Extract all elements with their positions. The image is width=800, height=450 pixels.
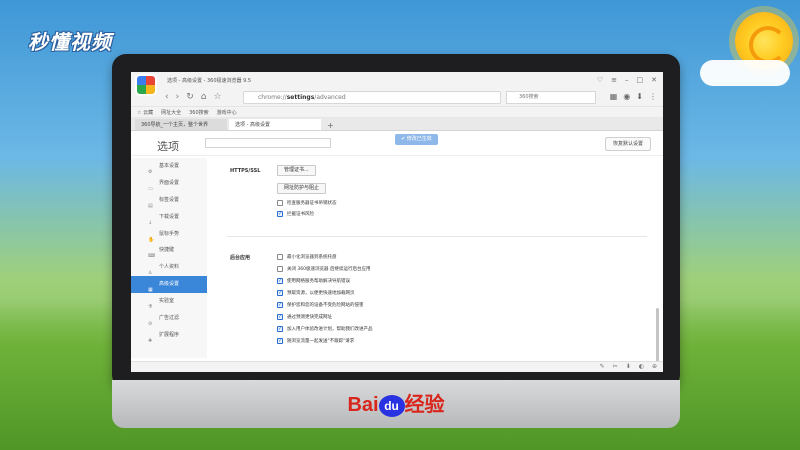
tab-strip: 360导航_一个主页，整个世界 选项 - 高级设置 + [131,118,663,131]
sidebar-item-tabs[interactable]: ▤ 标签设置 [131,192,207,209]
address-bar[interactable]: chrome://settings/advanced [243,91,501,104]
reload-icon[interactable]: ↻ [186,92,194,102]
sidebar-item-shortcuts[interactable]: ⌨ 快捷键 [131,242,207,259]
volume-icon[interactable]: ◐ [639,363,644,370]
menu-icon[interactable]: ≡ [611,76,617,84]
puzzle-icon: ✚ [148,337,153,344]
download-icon[interactable]: ⬇ [636,92,643,101]
more-icon[interactable]: ⋮ [649,92,657,101]
sidebar-item-lab[interactable]: ⚗ 实验室 [131,293,207,310]
bookmark-item[interactable]: ☆ 云藏 [137,109,153,116]
apps-icon[interactable]: ▦ [610,92,618,101]
monitor-chin: Bai du 经验 [112,380,680,428]
section-divider [227,236,647,237]
page-title: 选项 [157,140,179,153]
watermark-logo: 秒懂视频 [28,30,112,54]
settings-search-input[interactable] [205,138,331,148]
back-icon[interactable]: ‹ [165,92,169,102]
checkbox[interactable] [277,254,283,260]
toolbar-icons: ▦ ◉ ⬇ ⋮ [610,92,657,101]
sidebar-item-advanced[interactable]: ▦ 高级设置 [131,276,207,293]
cloud-decoration [700,60,790,86]
option-safe-browsing[interactable]: ✓ 保护您和您的设备不受危险网站的侵害 [277,300,364,310]
sidebar-item-download[interactable]: ↓ 下载设置 [131,209,207,226]
checkbox[interactable] [277,266,283,272]
maximize-icon[interactable]: □ [637,76,644,84]
background-apps-label: 后台应用 [230,255,251,261]
browser-logo-icon[interactable] [135,74,157,96]
cleanup-icon[interactable]: ✎ [600,363,605,370]
bookmark-item[interactable]: 游戏中心 [217,109,237,116]
checkbox-checked[interactable]: ✓ [277,314,283,320]
option-block-cert-risk[interactable]: ✓ 拦截证书风险 [277,209,314,219]
checkbox-checked[interactable]: ✓ [277,338,283,344]
title-bar: 选项 - 高级设置 - 360极速浏览器 9.5 ♡ ≡ – □ ✕ [131,72,663,96]
manage-certificates-button[interactable]: 管理证书... [277,165,316,176]
status-bar: ✎ ✂ ⬇ ◐ ⊕ [131,361,663,372]
sidebar-item-profile[interactable]: ♙ 个人资料 [131,259,207,276]
saved-notice: ✔ 修改已生效 [395,134,438,145]
option-prefetch[interactable]: ✓ 预取资源，以便更快速地加载网页 [277,288,355,298]
option-nav-error-help[interactable]: ✓ 使用网络服务帮助解决导航错误 [277,276,350,286]
new-tab-button[interactable]: + [323,121,338,130]
settings-sidebar: ⚙ 基本设置 ▭ 界面设置 ▤ 标签设置 ↓ 下载设置 ✋ 鼠标手势 ⌨ 快捷键 ♙ 个人资料… [131,158,207,358]
download-icon[interactable]: ⬇ [626,363,631,370]
skin-icon[interactable]: ♡ [597,76,603,84]
tab-settings[interactable]: 选项 - 高级设置 [229,119,321,130]
site-protection-button[interactable]: 网址防护与阻止 [277,183,327,194]
sidebar-item-mouse-gesture[interactable]: ✋ 鼠标手势 [131,226,207,243]
navigation-bar: ‹ › ↻ ⌂ ☆ chrome://settings/advanced 360… [131,89,663,107]
close-icon[interactable]: ✕ [651,76,657,84]
window-title: 选项 - 高级设置 - 360极速浏览器 9.5 [167,78,252,84]
baidu-jingyan-logo: Bai du 经验 [347,394,445,417]
bookmarks-bar: ☆ 云藏 网址大全 360搜索 游戏中心 [131,107,663,118]
shield-icon[interactable]: ◉ [623,92,630,101]
checkbox-checked[interactable]: ✓ [277,326,283,332]
settings-page: 选项 ✔ 修改已生效 恢复默认设置 ⚙ 基本设置 ▭ 界面设置 ▤ 标签设置 ↓ 下载设… [131,132,663,372]
option-ux-program[interactable]: ✓ 加入用户体验改进计划，帮助我们改进产品 [277,324,373,334]
option-run-background[interactable]: 关闭 360极速浏览器 后继续运行后台应用 [277,264,370,274]
option-minimize-to-tray[interactable]: 最小化浏览器到系统托盘 [277,252,337,262]
bookmark-item[interactable]: 360搜索 [189,109,209,116]
settings-header: 选项 ✔ 修改已生效 恢复默认设置 [131,132,663,156]
scrollbar[interactable] [656,308,659,368]
checkbox-checked[interactable]: ✓ [277,278,283,284]
screenshot-icon[interactable]: ✂ [613,363,618,370]
checkbox-checked[interactable]: ✓ [277,211,283,217]
reset-defaults-button[interactable]: 恢复默认设置 [604,137,651,151]
favorite-star-icon[interactable]: ☆ [213,92,221,102]
checkbox-checked[interactable]: ✓ [277,290,283,296]
home-icon[interactable]: ⌂ [201,92,207,102]
checkbox[interactable] [277,200,283,206]
tab-360-home[interactable]: 360导航_一个主页，整个世界 [135,119,227,130]
minimize-icon[interactable]: – [625,76,629,84]
sidebar-item-basic[interactable]: ⚙ 基本设置 [131,158,207,175]
sidebar-item-interface[interactable]: ▭ 界面设置 [131,175,207,192]
checkbox-checked[interactable]: ✓ [277,302,283,308]
sidebar-item-adblock[interactable]: ⊘ 广告过滤 [131,310,207,327]
search-box[interactable]: 360搜索 [506,91,596,104]
zoom-icon[interactable]: ⊕ [652,363,657,370]
https-section-label: HTTPS/SSL [230,168,261,174]
status-icons: ✎ ✂ ⬇ ◐ ⊕ [600,363,657,370]
option-do-not-track[interactable]: ✓ 随浏览流量一起发送"不跟踪"请求 [277,336,354,346]
option-cert-revocation[interactable]: 检查服务器证书吊销状态 [277,198,337,208]
browser-window: 选项 - 高级设置 - 360极速浏览器 9.5 ♡ ≡ – □ ✕ ‹ › ↻… [131,72,663,372]
sidebar-item-extensions[interactable]: ✚ 扩展程序 [131,327,207,344]
bookmark-item[interactable]: 网址大全 [161,109,181,116]
forward-icon[interactable]: › [176,92,180,102]
option-url-prediction[interactable]: ✓ 通过预测更快完成网址 [277,312,332,322]
window-controls: ♡ ≡ – □ ✕ [597,76,657,84]
nav-buttons: ‹ › ↻ ⌂ ☆ [165,92,222,102]
